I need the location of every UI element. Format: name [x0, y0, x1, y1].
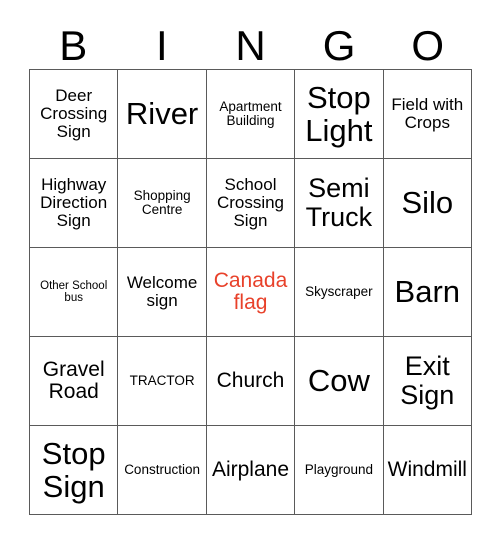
- bingo-cell[interactable]: Airplane: [206, 426, 296, 515]
- bingo-cell[interactable]: Windmill: [383, 426, 472, 515]
- bingo-cell-label: Church: [216, 368, 285, 392]
- bingo-cell[interactable]: Field with Crops: [383, 70, 472, 159]
- header-letter-g: G: [322, 21, 356, 69]
- bingo-cell[interactable]: Silo: [383, 159, 472, 248]
- bingo-cell[interactable]: Semi Truck: [295, 159, 384, 248]
- bingo-cell-label: Windmill: [387, 457, 467, 481]
- bingo-cell-label: Stop Sign: [41, 435, 106, 504]
- bingo-header: B I N G O: [29, 22, 472, 69]
- bingo-cell-label: Cow: [307, 363, 370, 399]
- bingo-cell-label: River: [125, 96, 199, 132]
- bingo-cell-label: Apartment Building: [219, 98, 282, 128]
- bingo-cell[interactable]: Stop Sign: [30, 426, 119, 515]
- header-letter-n: N: [235, 21, 266, 69]
- bingo-cell-label: TRACTOR: [129, 372, 195, 388]
- bingo-cell-label: Airplane: [211, 457, 290, 481]
- bingo-cell-label: Playground: [304, 461, 374, 477]
- header-letter-i: I: [156, 21, 168, 69]
- bingo-card: B I N G O Deer Crossing Sign River Apartme…: [0, 0, 500, 544]
- bingo-cell[interactable]: Canada flag: [206, 248, 296, 337]
- bingo-cell[interactable]: Welcome sign: [118, 248, 207, 337]
- bingo-cell[interactable]: Construction: [118, 426, 207, 515]
- bingo-cell[interactable]: River: [118, 70, 207, 159]
- bingo-cell[interactable]: Barn: [383, 248, 472, 337]
- bingo-cell[interactable]: Other School bus: [30, 248, 119, 337]
- bingo-cell[interactable]: Exit Sign: [383, 337, 472, 426]
- bingo-cell-label: Construction: [124, 461, 200, 477]
- bingo-cell-label: Exit Sign: [400, 351, 455, 410]
- bingo-cell-label: Welcome sign: [126, 272, 198, 310]
- bingo-cell-label: Shopping Centre: [133, 187, 191, 217]
- bingo-cell[interactable]: Gravel Road: [30, 337, 119, 426]
- bingo-cell[interactable]: Church: [206, 337, 296, 426]
- bingo-grid: Deer Crossing Sign River Apartment Buildin…: [29, 69, 472, 515]
- bingo-cell-label: Semi Truck: [305, 173, 373, 232]
- bingo-cell-label: Skyscraper: [305, 283, 373, 299]
- header-letter-b: B: [59, 21, 88, 69]
- bingo-cell[interactable]: School Crossing Sign: [206, 159, 296, 248]
- bingo-cell-label: Gravel Road: [42, 357, 105, 403]
- bingo-cell[interactable]: Shopping Centre: [118, 159, 207, 248]
- bingo-cell-label: Silo: [401, 185, 454, 221]
- bingo-cell[interactable]: Stop Light: [295, 70, 384, 159]
- bingo-cell-label: Highway Direction Sign: [40, 174, 108, 231]
- bingo-cell-label: Barn: [394, 274, 461, 310]
- bingo-cell-label: Canada flag: [213, 268, 288, 314]
- header-letter-o: O: [411, 21, 444, 69]
- bingo-cell[interactable]: Apartment Building: [206, 70, 296, 159]
- bingo-cell[interactable]: Cow: [295, 337, 384, 426]
- bingo-cell-label: Stop Light: [305, 79, 373, 148]
- bingo-cell-label: School Crossing Sign: [216, 174, 285, 231]
- bingo-cell[interactable]: Deer Crossing Sign: [30, 70, 119, 159]
- bingo-cell-label: Deer Crossing Sign: [40, 85, 108, 142]
- bingo-cell[interactable]: Skyscraper: [295, 248, 384, 337]
- bingo-cell[interactable]: Playground: [295, 426, 384, 515]
- bingo-cell-label: Other School bus: [40, 279, 108, 304]
- bingo-cell[interactable]: Highway Direction Sign: [30, 159, 119, 248]
- bingo-cell[interactable]: TRACTOR: [118, 337, 207, 426]
- bingo-cell-label: Field with Crops: [391, 94, 464, 132]
